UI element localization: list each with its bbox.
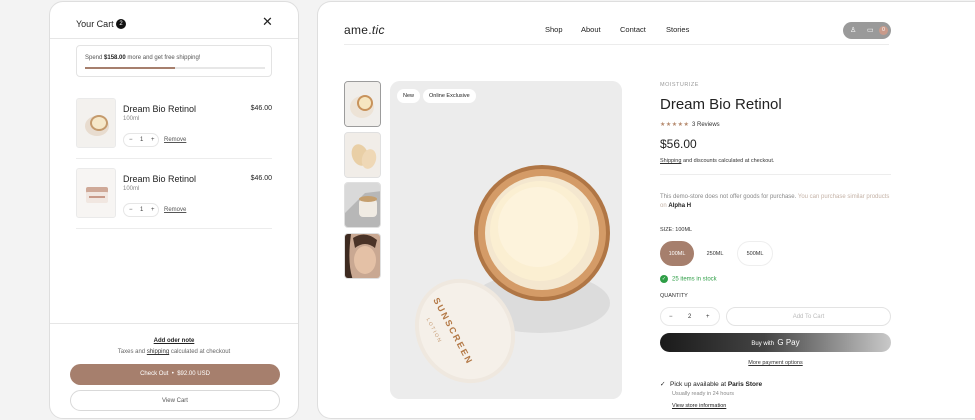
size-option-250ml[interactable]: 250ML — [698, 241, 732, 266]
minus-button[interactable]: − — [129, 207, 133, 213]
gallery-thumb-2[interactable] — [344, 132, 381, 178]
plus-button[interactable]: + — [706, 314, 710, 320]
shipping-progress-bar — [85, 67, 265, 69]
header-icons: ♙ ▭ 0 — [843, 22, 891, 39]
account-icon[interactable]: ♙ — [850, 26, 856, 34]
cart-item-size: 100ml — [123, 116, 140, 122]
cart-item: Dream Bio Retinol 100ml $46.00 − 1 + Rem… — [76, 168, 272, 228]
product-page: ame.tic Shop About Contact Stories ♙ ▭ 0… — [317, 1, 975, 419]
product-title: Dream Bio Retinol — [660, 96, 782, 113]
cart-drawer: Your Cart 2 ✕ Spend $158.00 more and get… — [49, 1, 299, 419]
nav-contact[interactable]: Contact — [620, 25, 646, 34]
size-option-500ml[interactable]: 500ML — [737, 241, 773, 266]
alpha-h-link[interactable]: Alpha H — [668, 203, 691, 209]
remove-button[interactable]: Remove — [164, 207, 186, 213]
size-option-100ml[interactable]: 100ML — [660, 241, 694, 266]
store-logo[interactable]: ame.tic — [344, 23, 385, 37]
badge-new: New — [397, 89, 421, 103]
remove-button[interactable]: Remove — [164, 137, 186, 143]
badge-online-exclusive: Online Exclusive — [423, 89, 476, 103]
size-label: SIZE: 100ML — [660, 227, 693, 233]
shipping-link[interactable]: Shipping — [660, 158, 681, 164]
shipping-link[interactable]: shipping — [147, 349, 169, 355]
close-icon[interactable]: ✕ — [262, 15, 273, 28]
google-pay-icon: G Pay — [777, 338, 800, 347]
buy-with-gpay-button[interactable]: Buy with G Pay — [660, 333, 891, 352]
header-divider — [344, 44, 889, 45]
cart-badge: 0 — [879, 26, 888, 35]
add-order-note-link[interactable]: Add oder note — [50, 338, 298, 344]
quantity-stepper: − 2 + — [660, 307, 720, 326]
cart-footer-divider — [50, 323, 298, 324]
quantity-value[interactable]: 1 — [140, 207, 143, 213]
free-shipping-box: Spend $158.00 more and get free shipping… — [76, 45, 272, 77]
quantity-value[interactable]: 2 — [688, 314, 691, 320]
more-payment-options-link[interactable]: More payment options — [660, 360, 891, 366]
demo-store-notice: This demo-store does not offer goods for… — [660, 194, 890, 209]
cart-item-size: 100ml — [123, 186, 140, 192]
divider — [76, 228, 272, 229]
quantity-label: QUANTITY — [660, 293, 688, 299]
cart-item: Dream Bio Retinol 100ml $46.00 − 1 + Rem… — [76, 98, 272, 158]
plus-button[interactable]: + — [151, 207, 155, 213]
checkmark-icon: ✓ — [660, 381, 666, 388]
reviews-link[interactable]: 3 Reviews — [692, 122, 720, 128]
cart-item-thumbnail[interactable] — [76, 98, 116, 148]
gallery-thumb-3[interactable] — [344, 182, 381, 228]
product-category[interactable]: MOISTURIZE — [660, 82, 699, 88]
minus-button[interactable]: − — [669, 314, 673, 320]
gallery-thumb-4[interactable] — [344, 233, 381, 279]
quantity-value[interactable]: 1 — [140, 137, 143, 143]
nav-shop[interactable]: Shop — [545, 25, 563, 34]
minus-button[interactable]: − — [129, 137, 133, 143]
shipping-note: Shipping and discounts calculated at che… — [660, 158, 775, 164]
pickup-ready-time: Usually ready in 24 hours — [672, 391, 735, 397]
divider — [660, 174, 891, 175]
add-to-cart-button[interactable]: Add To Cart — [726, 307, 891, 326]
quantity-stepper: − 1 + — [123, 133, 159, 147]
cart-item-price: $46.00 — [250, 175, 272, 182]
product-price: $56.00 — [660, 137, 697, 151]
cart-header: Your Cart 2 ✕ — [50, 2, 298, 39]
stock-status: ✓ 25 items in stock — [660, 275, 717, 283]
cart-item-price: $46.00 — [250, 105, 272, 112]
free-shipping-text: Spend $158.00 more and get free shipping… — [85, 55, 201, 61]
pickup-availability: ✓ Pick up available at Paris Store — [660, 381, 763, 388]
cart-item-thumbnail[interactable] — [76, 168, 116, 218]
cart-icon[interactable]: ▭ — [867, 26, 874, 34]
taxes-note: Taxes and shipping calculated at checkou… — [117, 349, 231, 355]
cart-item-name[interactable]: Dream Bio Retinol — [123, 104, 196, 114]
nav-stories[interactable]: Stories — [666, 25, 689, 34]
cart-title: Your Cart — [76, 19, 114, 29]
product-main-image[interactable]: SUNSCREEN LOTION New Online Exclusive — [390, 81, 622, 399]
gallery-thumb-1[interactable] — [344, 81, 381, 127]
cart-item-name[interactable]: Dream Bio Retinol — [123, 174, 196, 184]
checkout-button[interactable]: Check Out • $92.00 USD — [70, 364, 280, 385]
rating-stars: ★★★★★ — [660, 122, 690, 128]
quantity-stepper: − 1 + — [123, 203, 159, 217]
cart-count-badge: 2 — [116, 19, 126, 29]
divider — [76, 158, 272, 159]
check-circle-icon: ✓ — [660, 275, 668, 283]
plus-button[interactable]: + — [151, 137, 155, 143]
view-store-information-link[interactable]: View store information — [672, 403, 726, 409]
nav-about[interactable]: About — [581, 25, 601, 34]
view-cart-button[interactable]: View Cart — [70, 390, 280, 411]
